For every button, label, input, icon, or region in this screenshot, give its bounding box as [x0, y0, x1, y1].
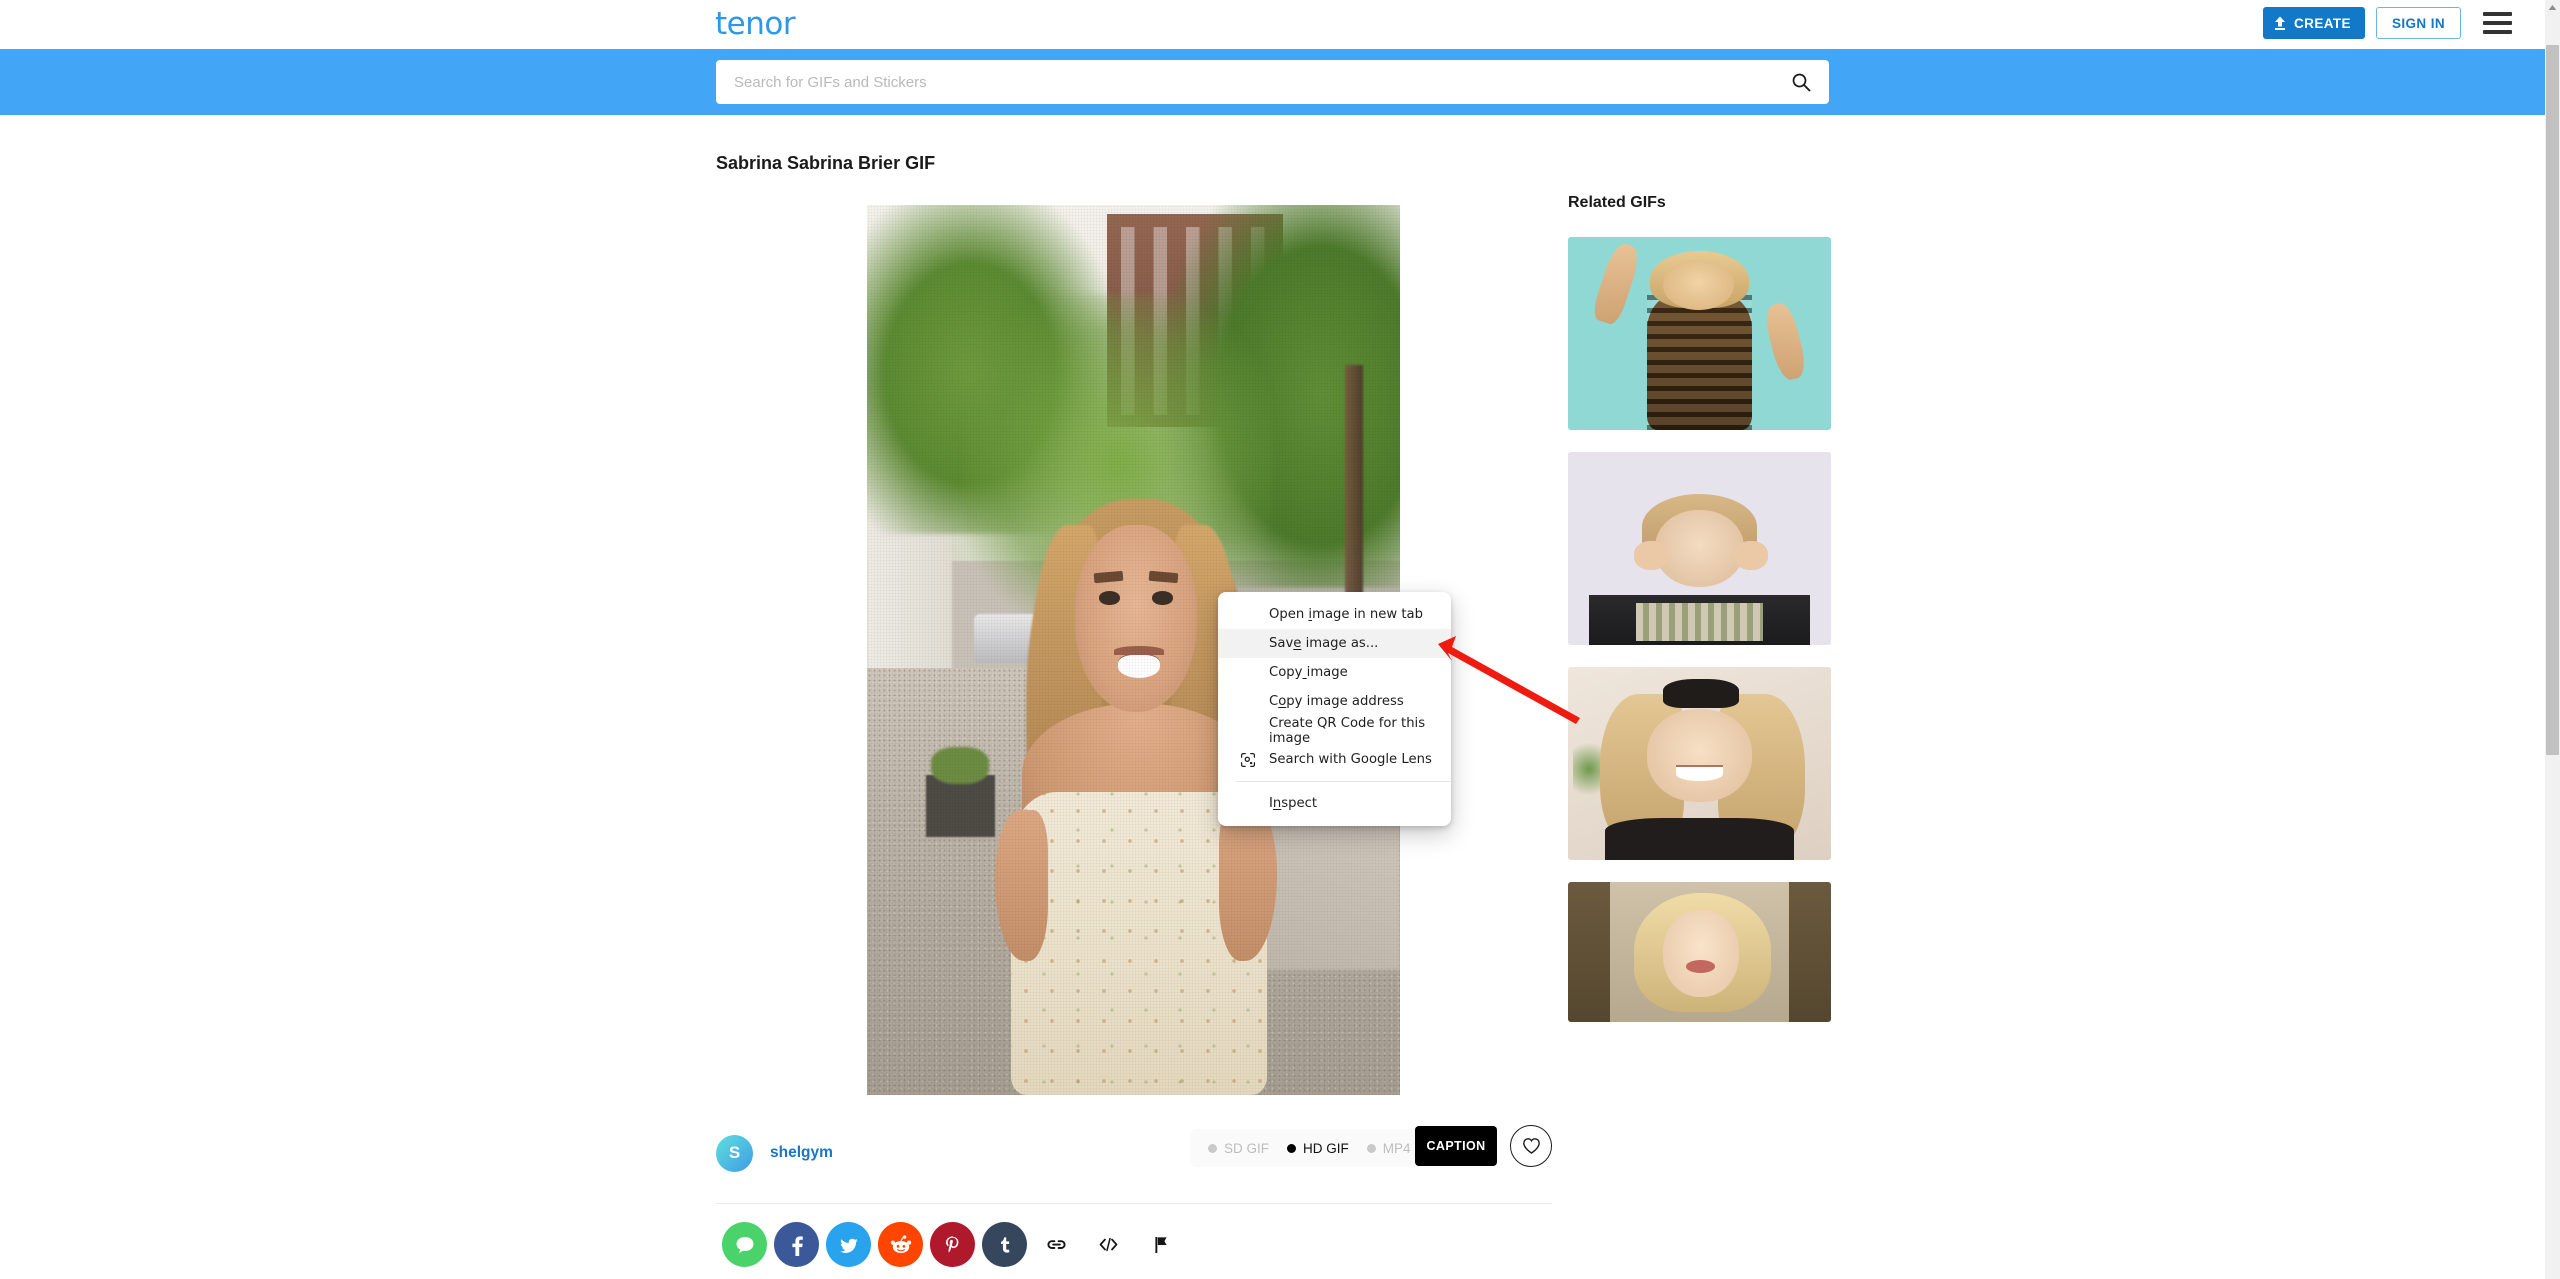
annotation-arrow-icon: [1438, 636, 1580, 724]
related-gif-3[interactable]: [1568, 667, 1831, 860]
google-lens-icon: [1240, 752, 1256, 768]
format-option-sd-gif[interactable]: SD GIF: [1208, 1141, 1269, 1156]
scrollbar-thumb[interactable]: [2546, 45, 2559, 755]
related-gif-2[interactable]: [1568, 452, 1831, 645]
top-navigation-bar: tenor CREATE SIGN IN: [0, 0, 2545, 49]
create-button-label: CREATE: [2294, 15, 2351, 31]
twitter-bird-icon: [839, 1238, 858, 1253]
message-share-button[interactable]: [722, 1222, 767, 1267]
context-menu-item-search-with-google-lens[interactable]: Search with Google Lens: [1218, 745, 1451, 774]
twitter-share-button[interactable]: [826, 1222, 871, 1267]
hamburger-menu-icon[interactable]: [2483, 10, 2513, 36]
create-button[interactable]: CREATE: [2263, 7, 2365, 39]
context-menu-item-label: Search with Google Lens: [1269, 752, 1432, 767]
reddit-share-button[interactable]: [878, 1222, 923, 1267]
scrollbar-up-arrow-icon[interactable]: [2545, 0, 2560, 15]
copy-link-button[interactable]: [1034, 1222, 1079, 1267]
context-menu-item-label: Inspect: [1269, 796, 1318, 811]
radio-dot-icon: [1366, 1143, 1376, 1153]
related-gifs-list: [1568, 237, 1831, 1044]
related-gif-4[interactable]: [1568, 882, 1831, 1022]
page-title: Sabrina Sabrina Brier GIF: [716, 153, 936, 173]
context-menu-item-copy-image-address[interactable]: Copy image address: [1218, 687, 1451, 716]
context-menu-item-label: Open image in new tab: [1269, 607, 1423, 622]
flag-icon: [1154, 1237, 1167, 1253]
image-context-menu[interactable]: Open image in new tab Save image as... C…: [1218, 592, 1451, 826]
format-option-hd-gif[interactable]: HD GIF: [1287, 1141, 1349, 1156]
sign-in-button[interactable]: SIGN IN: [2375, 7, 2461, 39]
context-menu-item-save-image-as[interactable]: Save image as...: [1218, 629, 1451, 658]
context-menu-item-label: Save image as...: [1269, 636, 1379, 651]
context-menu-separator: [1236, 781, 1451, 782]
context-menu-item-label: Copy image: [1269, 665, 1348, 680]
format-option-label: MP4: [1382, 1140, 1411, 1156]
search-box[interactable]: [716, 60, 1829, 104]
section-divider: [716, 1203, 1552, 1204]
pinterest-share-button[interactable]: [930, 1222, 975, 1267]
facebook-share-button[interactable]: [774, 1222, 819, 1267]
nav-actions: CREATE SIGN IN: [2263, 7, 2513, 39]
reddit-alien-icon: [890, 1234, 911, 1253]
context-menu-item-open-image-in-new-tab[interactable]: Open image in new tab: [1218, 600, 1451, 629]
avatar[interactable]: S: [716, 1134, 753, 1172]
context-menu-item-copy-image[interactable]: Copy image: [1218, 658, 1451, 687]
embed-code-button[interactable]: [1086, 1222, 1131, 1267]
format-option-label: SD GIF: [1224, 1140, 1270, 1156]
related-gif-1[interactable]: [1568, 237, 1831, 430]
upload-arrow-icon: [2275, 16, 2286, 30]
context-menu-item-create-qr-code[interactable]: Create QR Code for this image: [1218, 715, 1451, 746]
sign-in-button-label: SIGN IN: [2391, 15, 2445, 31]
caption-button[interactable]: CAPTION: [1415, 1126, 1497, 1166]
share-buttons-row: [722, 1222, 1183, 1267]
link-chain-icon: [1047, 1240, 1066, 1249]
tumblr-share-button[interactable]: [982, 1222, 1027, 1267]
format-option-mp4[interactable]: MP4: [1366, 1140, 1411, 1156]
tenor-logo[interactable]: tenor: [715, 6, 796, 42]
report-flag-button[interactable]: [1138, 1222, 1183, 1267]
related-gifs-heading: Related GIFs: [1568, 194, 1666, 211]
search-icon[interactable]: [1791, 72, 1811, 92]
radio-dot-icon: [1287, 1143, 1297, 1153]
radio-dot-icon: [1208, 1143, 1217, 1153]
code-brackets-icon: [1099, 1237, 1118, 1252]
context-menu-item-inspect[interactable]: Inspect: [1218, 789, 1451, 818]
tumblr-icon: [1000, 1236, 1009, 1253]
facebook-icon: [791, 1235, 803, 1256]
search-input[interactable]: [716, 73, 1791, 91]
pinterest-icon: [945, 1235, 958, 1253]
context-menu-item-label: Copy image address: [1269, 694, 1404, 709]
favorite-button[interactable]: [1510, 1125, 1552, 1167]
uploader-name-link[interactable]: shelgym: [770, 1144, 833, 1162]
format-selector: SD GIF HD GIF MP4: [1190, 1129, 1429, 1167]
chat-bubble-icon: [736, 1236, 753, 1253]
context-menu-item-label: Create QR Code for this image: [1269, 715, 1426, 746]
vertical-scrollbar[interactable]: [2545, 0, 2560, 1279]
search-band: [0, 49, 2545, 115]
heart-icon: [1522, 1138, 1540, 1154]
format-option-label: HD GIF: [1303, 1140, 1349, 1156]
